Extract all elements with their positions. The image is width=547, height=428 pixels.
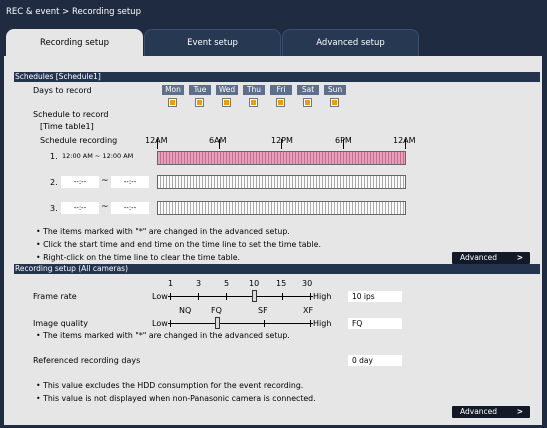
day-header-thu: Thu <box>243 85 265 95</box>
time-axis-tick <box>157 139 158 149</box>
note-line: • This value is not displayed when non-P… <box>36 394 316 403</box>
tab-advanced-setup[interactable]: Advanced setup <box>282 29 419 56</box>
image-quality-tick-label: NQ <box>179 306 192 315</box>
check-mark-icon <box>278 100 283 105</box>
image-quality-value: FQ <box>348 318 402 329</box>
checkbox-thu[interactable] <box>249 98 258 107</box>
note-line: • Click the start time and end time on t… <box>36 240 321 249</box>
checkbox-mon[interactable] <box>168 98 177 107</box>
schedule-recording-label: Schedule recording <box>40 136 118 145</box>
image-quality-slider-track[interactable] <box>168 323 313 324</box>
frame-rate-high-label: High <box>313 292 332 301</box>
frame-rate-tick-label: 5 <box>224 279 230 288</box>
schedules-section-header: Schedules [Schedule1] <box>14 72 540 82</box>
image-quality-label: Image quality <box>33 319 88 328</box>
frame-rate-label: Frame rate <box>33 292 77 301</box>
slider-tick <box>310 293 311 300</box>
frame-rate-tick-label: 3 <box>196 279 202 288</box>
schedule-to-record-label: Schedule to record <box>33 110 109 119</box>
checkbox-fri[interactable] <box>276 98 285 107</box>
row-2-start-time[interactable]: --:-- <box>61 176 99 188</box>
slider-tick <box>170 293 171 300</box>
timeline-row-2[interactable] <box>157 175 406 189</box>
slider-tick <box>264 320 265 327</box>
advanced-button-schedules[interactable]: Advanced > <box>452 252 530 264</box>
advanced-button-recording[interactable]: Advanced > <box>452 406 530 418</box>
note-line: • This value excludes the HDD consumptio… <box>36 381 304 390</box>
frame-rate-tick-label: 30 <box>302 279 313 288</box>
time-table-label: [Time table1] <box>40 122 94 131</box>
checkbox-tue[interactable] <box>195 98 204 107</box>
row-number-2: 2. <box>50 178 58 187</box>
day-header-sat: Sat <box>297 85 319 95</box>
row-2-end-time[interactable]: --:-- <box>111 176 149 188</box>
tab-recording-setup[interactable]: Recording setup <box>6 29 143 56</box>
row-1-time-range[interactable]: 12:00 AM ~ 12:00 AM <box>62 152 133 160</box>
frame-rate-tick-label: 15 <box>276 279 287 288</box>
slider-tick <box>198 293 199 300</box>
image-quality-slider-knob[interactable] <box>215 317 220 329</box>
check-mark-icon <box>305 100 310 105</box>
check-mark-icon <box>332 100 337 105</box>
row-2-separator: ~ <box>101 176 109 186</box>
advanced-button-label: Advanced <box>460 407 498 416</box>
day-header-mon: Mon <box>162 85 184 95</box>
check-mark-icon <box>224 100 229 105</box>
frame-rate-slider-track[interactable] <box>168 296 313 297</box>
checkbox-wed[interactable] <box>222 98 231 107</box>
timeline-row-3[interactable] <box>157 201 406 215</box>
image-quality-tick-label: XF <box>303 306 314 315</box>
referenced-days-value: 0 day <box>348 355 402 366</box>
row-3-separator: ~ <box>101 202 109 212</box>
frame-rate-slider-knob[interactable] <box>252 290 257 302</box>
image-quality-tick-label: SF <box>258 306 268 315</box>
check-mark-icon <box>170 100 175 105</box>
days-to-record-label: Days to record <box>33 86 92 95</box>
image-quality-high-label: High <box>313 319 332 328</box>
row-3-end-time[interactable]: --:-- <box>111 202 149 214</box>
note-line: • The items marked with "*" are changed … <box>36 227 290 236</box>
advanced-button-label: Advanced <box>460 253 498 262</box>
image-quality-low-label: Low <box>152 319 168 328</box>
frame-rate-tick-label: 1 <box>168 279 174 288</box>
timeline-row-1[interactable] <box>157 151 406 165</box>
row-number-1: 1. <box>50 152 58 161</box>
check-mark-icon <box>251 100 256 105</box>
slider-tick <box>310 320 311 327</box>
recording-section-header: Recording setup (All cameras) <box>14 264 540 274</box>
tab-event-setup[interactable]: Event setup <box>144 29 281 56</box>
checkbox-sat[interactable] <box>303 98 312 107</box>
time-axis-tick <box>219 139 220 149</box>
time-axis-tick <box>343 139 344 149</box>
slider-tick <box>226 293 227 300</box>
frame-rate-tick-label: 10 <box>249 279 260 288</box>
arrow-right-icon: > <box>516 253 523 262</box>
image-quality-tick-label: FQ <box>211 306 222 315</box>
page-title: REC & event > Recording setup <box>6 7 141 17</box>
time-axis-label: 6AM <box>209 136 227 145</box>
frame-rate-value: 10 ips <box>348 291 402 302</box>
time-axis-tick <box>281 139 282 149</box>
time-axis-tick <box>405 139 406 149</box>
day-header-sun: Sun <box>324 85 346 95</box>
referenced-days-label: Referenced recording days <box>33 356 141 365</box>
day-header-wed: Wed <box>216 85 238 95</box>
check-mark-icon <box>197 100 202 105</box>
row-number-3: 3. <box>50 204 58 213</box>
note-line: • Right-click on the time line to clear … <box>36 253 241 262</box>
slider-tick <box>170 320 171 327</box>
note-line: • The items marked with "*" are changed … <box>36 331 290 340</box>
day-header-fri: Fri <box>270 85 292 95</box>
frame-rate-low-label: Low <box>152 292 168 301</box>
checkbox-sun[interactable] <box>330 98 339 107</box>
day-header-tue: Tue <box>189 85 211 95</box>
row-3-start-time[interactable]: --:-- <box>61 202 99 214</box>
arrow-right-icon: > <box>516 407 523 416</box>
slider-tick <box>282 293 283 300</box>
